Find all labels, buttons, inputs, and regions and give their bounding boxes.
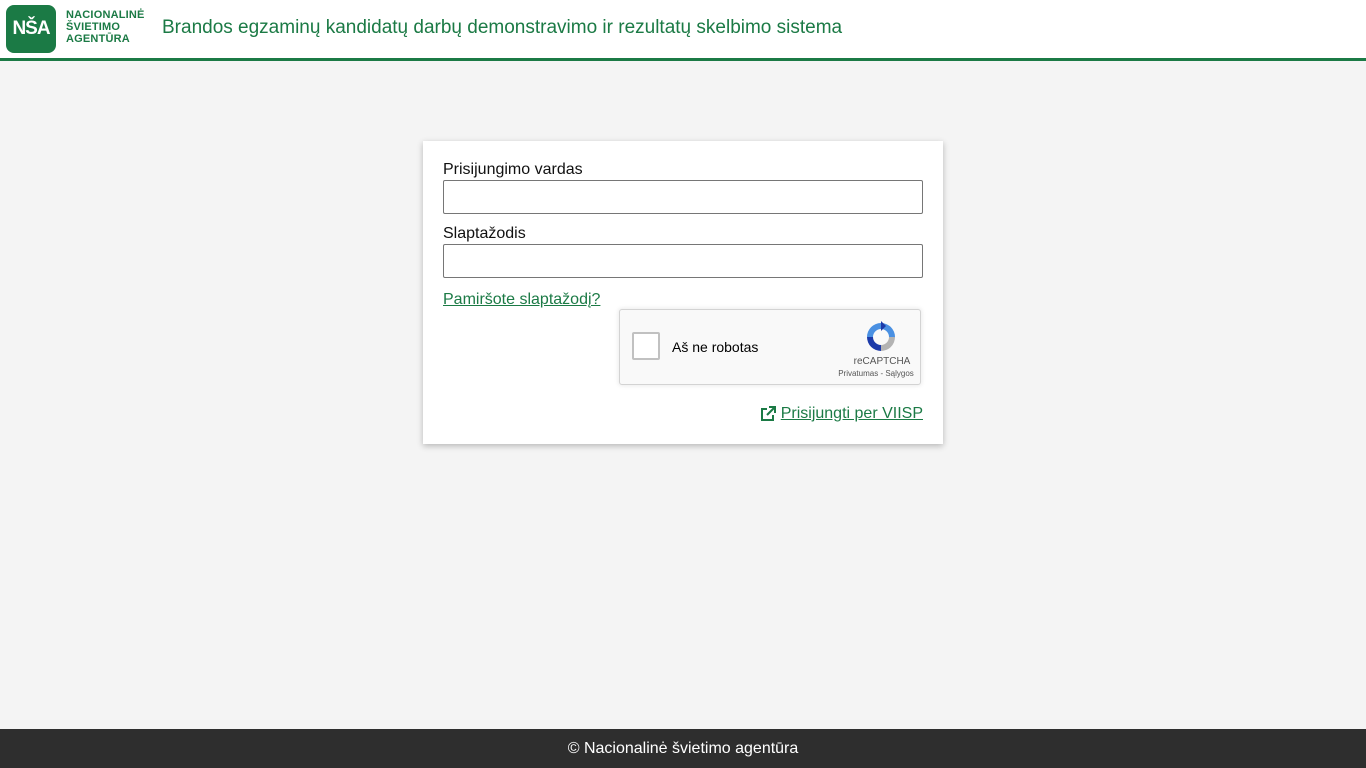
username-label: Prisijungimo vardas [443,161,583,178]
logo-mark: NŠA [6,5,56,53]
login-card: Prisijungimo vardas Slaptažodis Pamiršot… [423,141,943,444]
recaptcha-label: Aš ne robotas [672,339,759,355]
forgot-password-link[interactable]: Pamiršote slaptažodį? [443,291,600,309]
password-label: Slaptažodis [443,225,526,242]
viisp-link-label: Prisijungti per VIISP [780,405,923,422]
recaptcha-privacy-terms[interactable]: Privatumas - Sąlygos [826,369,926,378]
app-title: Brandos egzaminų kandidatų darbų demonst… [162,17,843,38]
site-footer: © Nacionalinė švietimo agentūra [0,729,1366,768]
viisp-login-link[interactable]: Prisijungti per VIISP [759,405,923,423]
recaptcha-checkbox[interactable] [632,332,660,360]
nsa-logo[interactable]: NŠA NACIONALINĖ ŠVIETIMO AGENTŪRA [6,5,154,53]
copyright-text: © Nacionalinė švietimo agentūra [567,739,799,757]
site-header: NŠA NACIONALINĖ ŠVIETIMO AGENTŪRA Brando… [0,0,1366,61]
recaptcha-widget: Aš ne robotas reCAPTCHA Privatumas - Sąl… [619,309,921,385]
logo-line-3: AGENTŪRA [66,33,130,45]
recaptcha-icon [867,321,895,351]
logo-line-1: NACIONALINĖ [66,9,145,21]
recaptcha-brand: reCAPTCHA [853,356,911,367]
external-link-icon [760,406,776,421]
logo-text: NACIONALINĖ ŠVIETIMO AGENTŪRA [66,9,156,45]
password-input[interactable] [443,244,923,278]
username-input[interactable] [443,180,923,214]
logo-line-2: ŠVIETIMO [66,21,121,33]
